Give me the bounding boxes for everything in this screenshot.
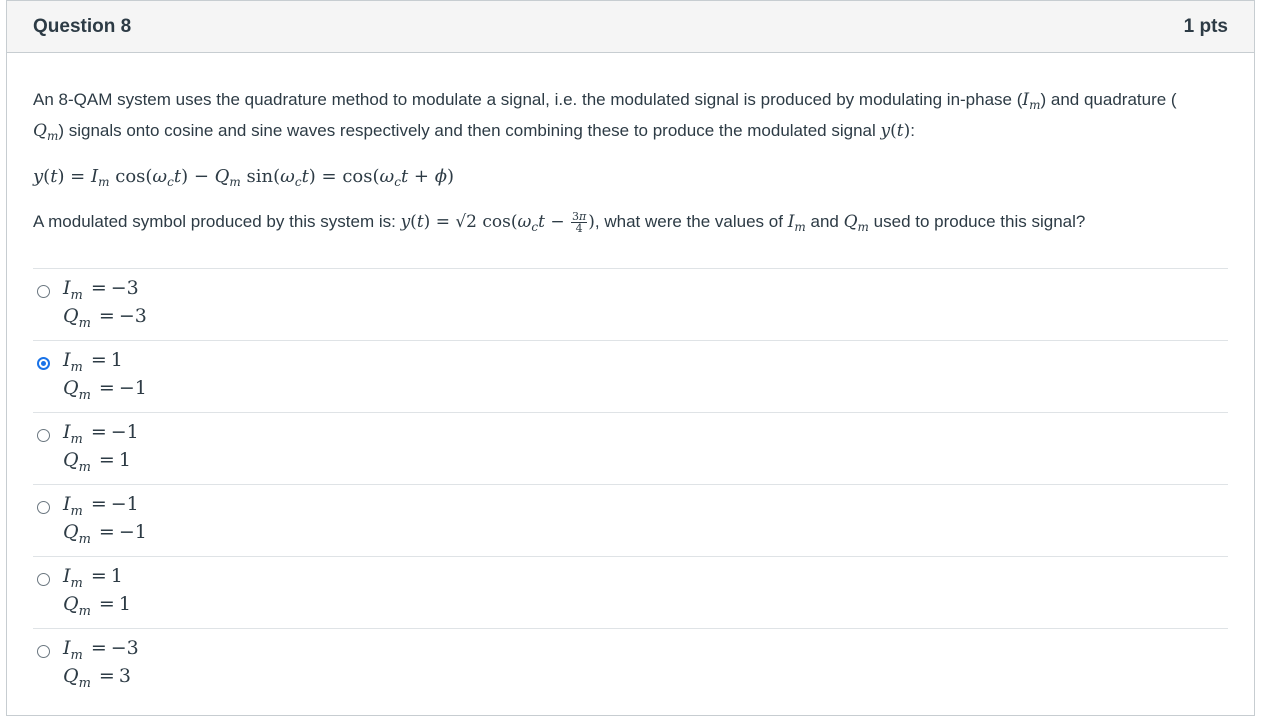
answer-im-value: −1 [110,493,139,515]
answer-im-value: 1 [110,565,123,587]
answer-im-value: −1 [110,421,139,443]
question-points: 1 pts [1183,15,1228,37]
radio-button[interactable] [37,285,50,298]
radio-button[interactable] [37,645,50,658]
answer-option-5[interactable]: Im = 1 Qm = 1 [33,557,1228,629]
answer-qm-value: 1 [118,449,131,471]
fraction-3pi-4: 3π 4 [571,210,588,236]
answer-im-value: −3 [110,637,139,659]
qm-symbol: Qm [33,121,59,143]
im-symbol: Im [1022,90,1041,112]
symbol-text-end: used to produce this signal? [868,212,1086,231]
symbol-text-suffix: , what were the values of [594,212,788,231]
answer-qm-value: 3 [118,665,131,687]
symbol-text-and: and [805,212,844,231]
radio-button[interactable] [37,429,50,442]
question-header: Question 8 1 pts [7,1,1254,53]
answer-option-4[interactable]: Im = −1 Qm = −1 [33,485,1228,557]
answer-option-1[interactable]: Im = −3 Qm = −3 [33,269,1228,341]
radio-button[interactable] [37,573,50,586]
answer-option-6[interactable]: Im = −3 Qm = 3 [33,629,1228,701]
intro-text-4: : [910,121,915,140]
intro-text-3: ) signals onto cosine and sine waves res… [58,121,881,140]
question-title: Question 8 [33,15,132,37]
answer-qm-value: 1 [118,593,131,615]
intro-text-1: An 8-QAM system uses the quadrature meth… [33,90,1023,109]
radio-button-selected[interactable] [37,357,50,370]
radio-button[interactable] [37,501,50,514]
intro-text-2: ) and quadrature ( [1040,90,1177,109]
answer-qm-value: −1 [118,377,147,399]
yt-symbol: y [880,121,891,141]
answer-qm-value: −1 [118,521,147,543]
symbol-question: A modulated symbol produced by this syst… [33,210,1086,236]
symbol-text-prefix: A modulated symbol produced by this syst… [33,212,401,231]
question-card: Question 8 1 pts An 8-QAM system uses th… [6,0,1255,716]
question-body: An 8-QAM system uses the quadrature meth… [7,53,1254,701]
answer-option-3[interactable]: Im = −1 Qm = 1 [33,413,1228,485]
answer-option-2[interactable]: Im = 1 Qm = −1 [33,341,1228,413]
question-intro: An 8-QAM system uses the quadrature meth… [33,90,1177,143]
answer-qm-value: −3 [118,305,147,327]
answer-im-value: 1 [110,349,123,371]
answer-list: Im = −3 Qm = −3 Im = 1 Qm = −1 Im = −1 Qm = 1 Im = −1 … [33,268,1228,701]
modulation-equation: y(t) = Im cos(ωct) − Qm sin(ωct) = cos(ω… [33,166,455,189]
answer-im-value: −3 [110,277,139,299]
